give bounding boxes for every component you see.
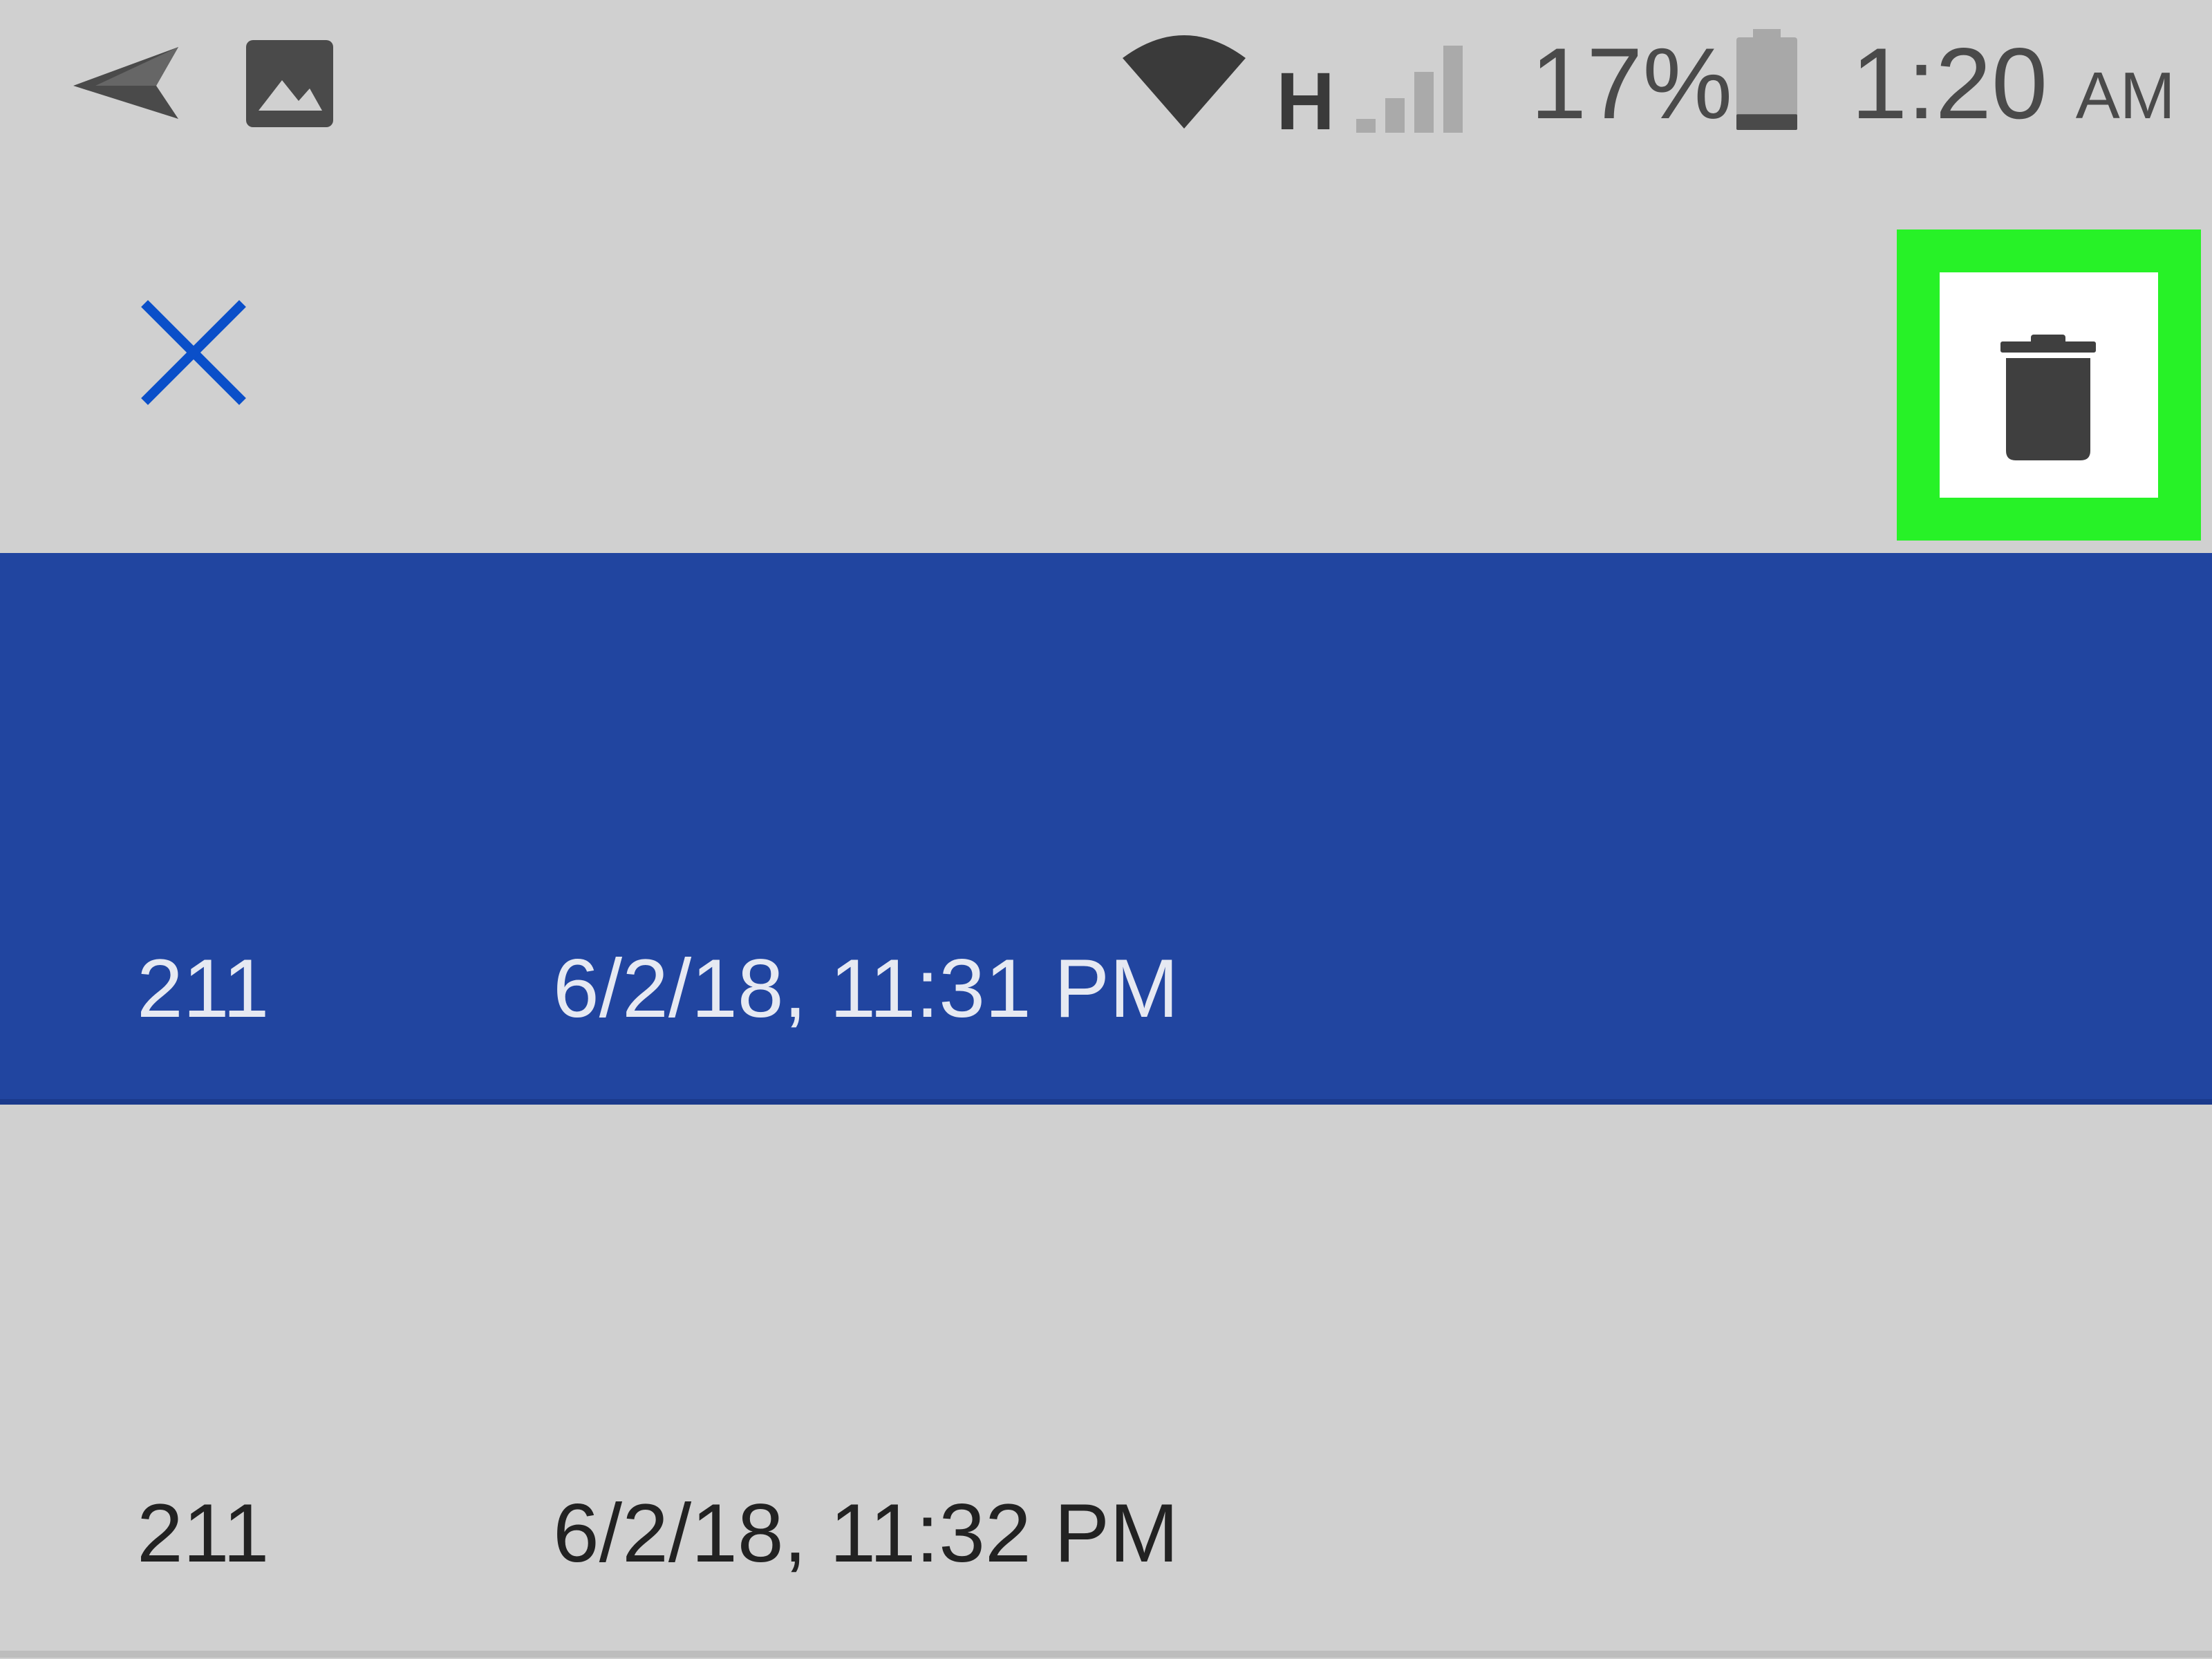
list-item[interactable]: 211 6/2/18, 11:32 PM [0, 1105, 2212, 1658]
send-icon [73, 47, 178, 119]
battery-icon [1736, 29, 1797, 130]
delete-button[interactable] [1897, 229, 2201, 541]
wifi-icon [1123, 35, 1246, 129]
battery-percent: 17% [1530, 27, 1733, 140]
message-sender: 211 [137, 1487, 270, 1580]
image-icon [246, 40, 333, 127]
message-sender: 211 [137, 942, 270, 1035]
message-timestamp: 6/2/18, 11:31 PM [553, 942, 1179, 1035]
close-icon [141, 300, 246, 405]
action-bar [0, 180, 2212, 553]
network-type-label: H [1276, 56, 1335, 147]
clock-period: AM [2075, 59, 2175, 133]
clock: 1:20 AM [1851, 33, 2175, 147]
message-list: 211 6/2/18, 11:31 PM 211 6/2/18, 11:32 P… [0, 553, 2212, 1659]
list-item[interactable]: 211 6/2/18, 11:31 PM [0, 553, 2212, 1105]
message-timestamp: 6/2/18, 11:32 PM [553, 1487, 1179, 1580]
signal-icon [1356, 46, 1463, 133]
close-button[interactable] [131, 290, 256, 415]
clock-time: 1:20 [1851, 27, 2048, 140]
status-bar: H 17% 1:20 AM [0, 0, 2212, 180]
trash-icon [2000, 335, 2096, 460]
